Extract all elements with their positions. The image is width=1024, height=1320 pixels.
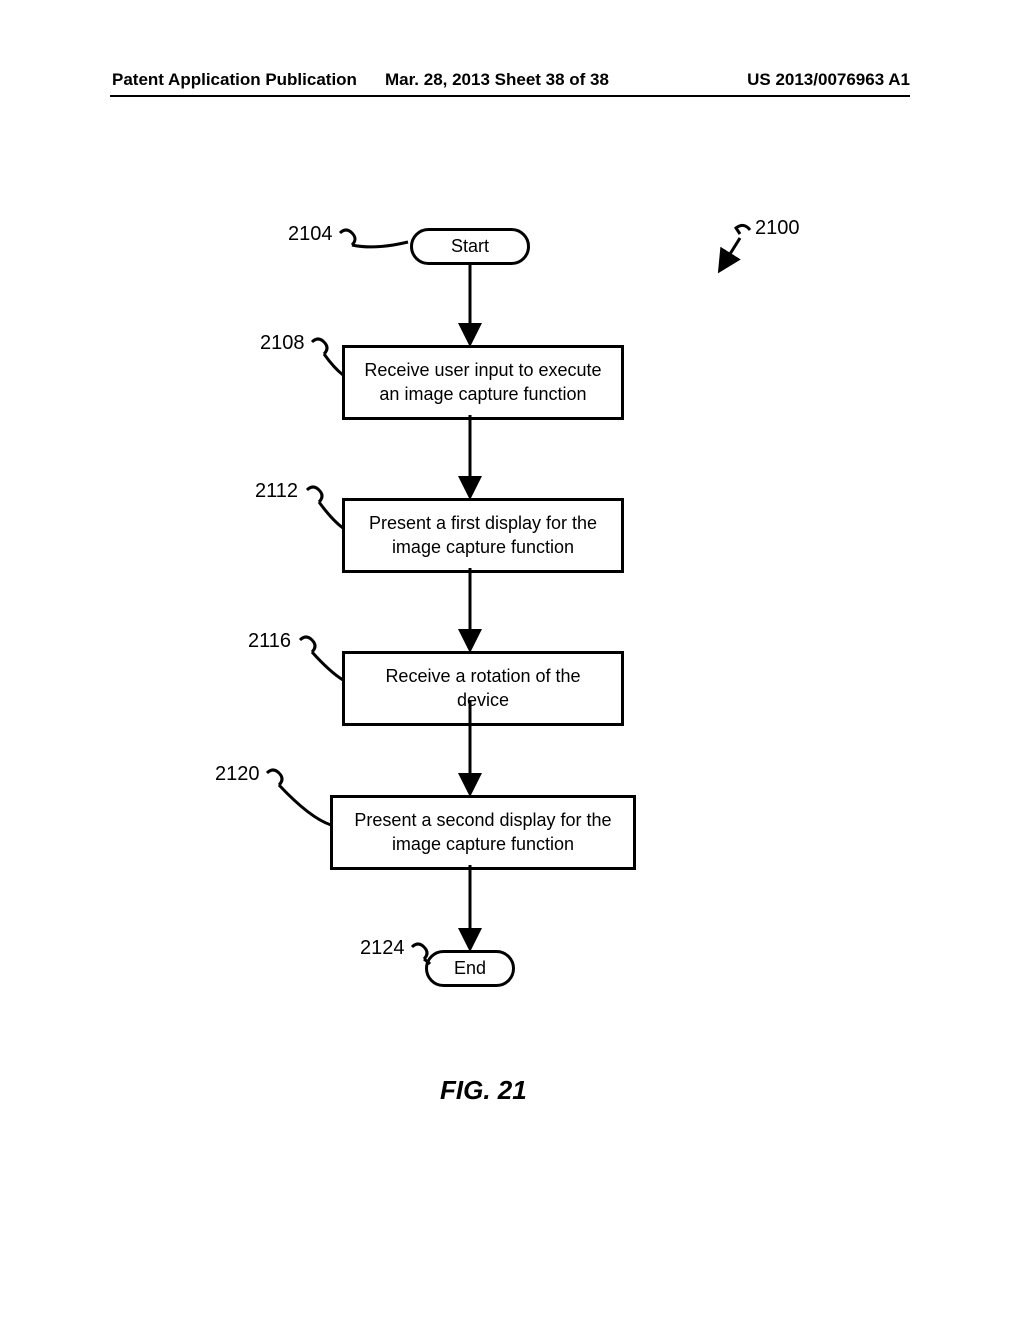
node-step4: Present a second display for the image c… (330, 795, 636, 870)
ref-2100: 2100 (755, 217, 800, 240)
ref-2124: 2124 (360, 937, 405, 960)
node-step3: Receive a rotation of the device (342, 651, 624, 726)
header-right: US 2013/0076963 A1 (747, 70, 910, 90)
node-start: Start (410, 228, 530, 265)
figure-label: FIG. 21 (440, 1075, 527, 1106)
leader-2104 (352, 242, 408, 247)
header-rule (110, 95, 910, 97)
page-container: Patent Application Publication Mar. 28, … (0, 0, 1024, 1320)
leader-2108-hook (312, 339, 327, 354)
leader-2124-hook (412, 944, 427, 959)
leader-2104-hook (340, 230, 355, 245)
ref-2120: 2120 (215, 763, 260, 786)
ref-2108: 2108 (260, 332, 305, 355)
leader-2100-arrow (720, 238, 740, 270)
leader-2100-hook (736, 225, 750, 234)
leader-2120-hook (267, 770, 282, 785)
ref-2116: 2116 (248, 630, 291, 653)
leader-2108 (324, 354, 343, 375)
header-left: Patent Application Publication (112, 70, 357, 90)
leader-2116-hook (300, 637, 315, 652)
ref-2104: 2104 (288, 223, 333, 246)
leader-2120 (279, 785, 331, 825)
header-mid: Mar. 28, 2013 Sheet 38 of 38 (385, 70, 609, 90)
node-step2: Present a first display for the image ca… (342, 498, 624, 573)
ref-2112: 2112 (255, 480, 298, 503)
leader-2116 (312, 652, 343, 680)
leader-2112 (319, 502, 343, 528)
node-end: End (425, 950, 515, 987)
leader-2112-hook (307, 487, 322, 502)
node-step1: Receive user input to execute an image c… (342, 345, 624, 420)
